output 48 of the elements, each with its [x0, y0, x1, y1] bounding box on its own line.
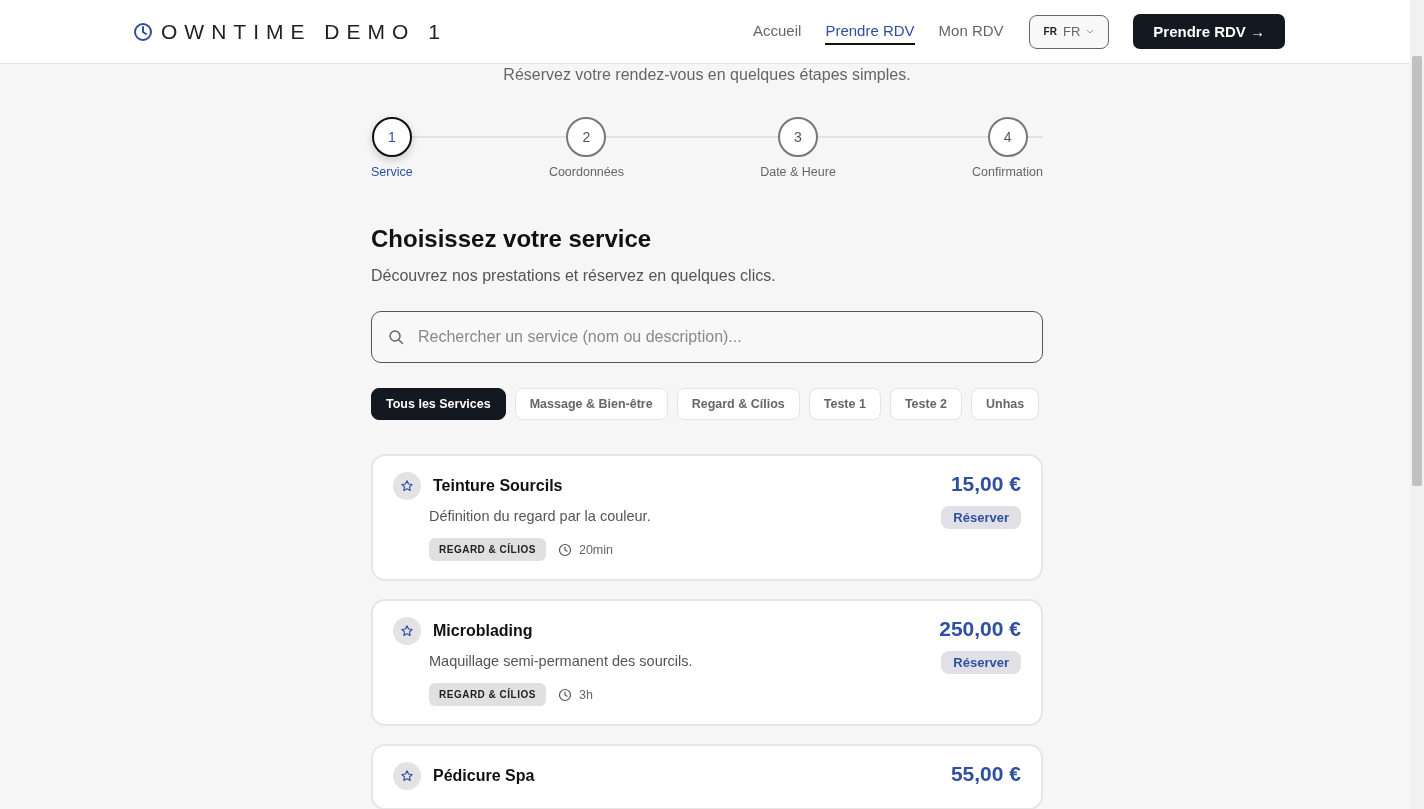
category-filter[interactable]: Teste 1 [808, 388, 881, 420]
category-filter[interactable]: Tous les Services [371, 388, 506, 420]
service-card[interactable]: Teinture Sourcils Définition du regard par la couleur. REGARD & CÍLIOS 20min 15,00 € Réserver [371, 454, 1043, 581]
subtitle: Réservez votre rendez-vous en quelques étapes simples. [502, 66, 912, 84]
duration: 20min [578, 542, 613, 557]
step-circle: 2 [566, 117, 607, 157]
category-tag: REGARD & CÍLIOS [429, 683, 546, 706]
step-label: Date & Heure [760, 165, 836, 179]
nav-link[interactable]: Accueil [753, 18, 802, 45]
step-label: Coordonnées [548, 165, 624, 179]
clock-icon [133, 21, 153, 42]
step-circle: 4 [987, 117, 1028, 157]
service-name: Pédicure Spa [433, 767, 535, 785]
step-circle: 1 [371, 117, 412, 157]
category-filter[interactable]: Unhas [971, 388, 1040, 420]
search-field[interactable]: Rechercher un service (nom ou description)... [371, 311, 1043, 363]
step-label: Confirmation [972, 165, 1043, 179]
nav-link[interactable]: Mon RDV [938, 18, 1004, 45]
clock-icon [557, 542, 572, 557]
service-card[interactable]: Pédicure Spa 55,00 € [371, 744, 1043, 809]
price: 250,00 € [939, 617, 1021, 641]
search-icon [388, 329, 404, 345]
logo-text: OWNTIME DEMO 1 [161, 19, 447, 44]
book-button[interactable]: Prendre RDV → [1133, 14, 1285, 49]
section-title: Choisissez votre service [371, 225, 653, 253]
price: 15,00 € [950, 472, 1021, 496]
category-filter[interactable]: Massage & Bien-être [514, 388, 668, 420]
service-card[interactable]: Microblading Maquillage semi-permanent des sourcils. REGARD & CÍLIOS 3h 250,00 € Réserver [371, 599, 1043, 726]
service-description: Maquillage semi-permanent des sourcils. [429, 653, 693, 669]
step-label: Service [371, 165, 413, 179]
service-name: Microblading [433, 622, 533, 640]
book-button[interactable]: Réserver [941, 651, 1021, 674]
service-description: Définition du regard par la couleur. [429, 508, 651, 524]
clock-icon [557, 687, 572, 702]
step-circle: 3 [778, 117, 818, 157]
scrollbar[interactable] [1410, 0, 1424, 809]
nav-link[interactable]: Prendre RDV [825, 18, 915, 45]
search-input[interactable]: Rechercher un service (nom ou description)... [416, 327, 1026, 347]
category-tag: REGARD & CÍLIOS [429, 538, 546, 561]
chevron-down-icon [1086, 29, 1095, 34]
price: 55,00 € [950, 762, 1021, 786]
service-name: Teinture Sourcils [433, 477, 563, 495]
category-filter[interactable]: Regard & Cílios [676, 388, 800, 420]
book-button[interactable]: Réserver [941, 506, 1021, 529]
language-select[interactable]: FR FR [1028, 14, 1110, 49]
section-description: Découvrez nos prestations et réservez en quelques clics. [371, 267, 777, 285]
duration: 3h [578, 687, 593, 702]
category-filter[interactable]: Teste 2 [889, 388, 963, 420]
